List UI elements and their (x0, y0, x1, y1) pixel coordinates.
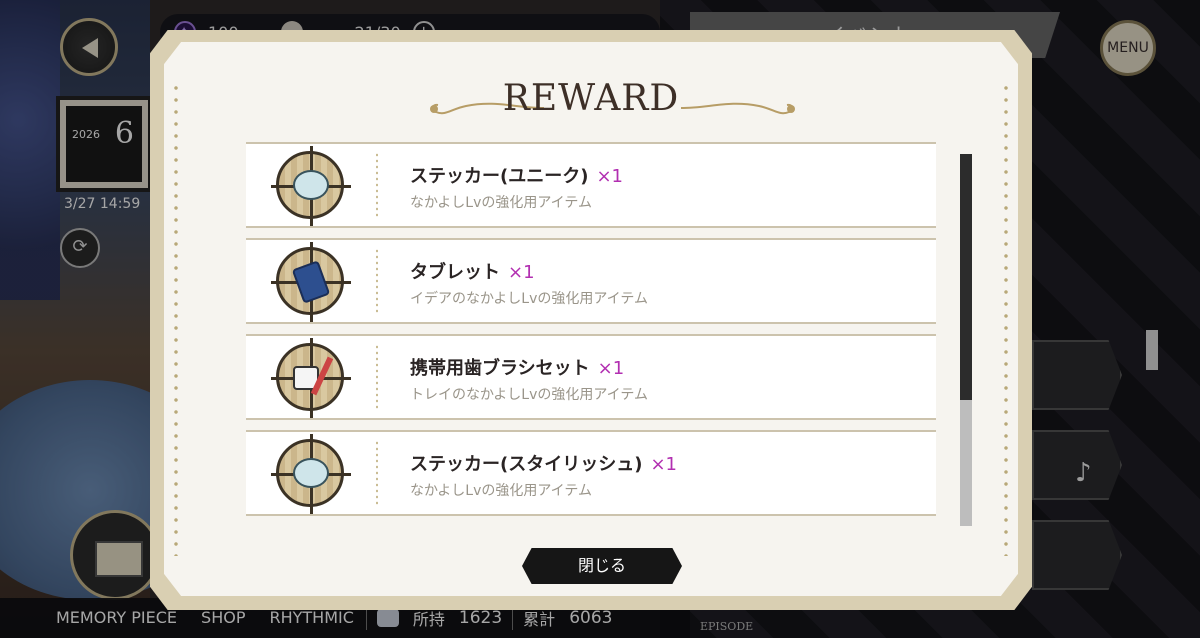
sticker-icon (271, 434, 351, 514)
reward-item-description: なかよしLvの強化用アイテム (410, 195, 592, 211)
item-name-text: ステッカー(スタイリッシュ) (410, 454, 643, 475)
reward-item-description: トレイのなかよしLvの強化用アイテム (410, 387, 648, 403)
sticker-icon (271, 146, 351, 226)
toothbrush-set-icon (271, 338, 351, 418)
list-scrollbar[interactable] (960, 154, 972, 526)
item-quantity: ×1 (597, 358, 625, 379)
close-button[interactable]: 閉じる (522, 548, 682, 584)
reward-dialog-body: REWARD ステッカー(ユニーク) ×1 なかよしLvの強化用アイテム タブレッ… (164, 42, 1018, 596)
divider (376, 152, 378, 218)
reward-item: ステッカー(ユニーク) ×1 なかよしLvの強化用アイテム (246, 142, 936, 228)
reward-item: タブレット ×1 イデアのなかよしLvの強化用アイテム (246, 238, 936, 324)
dotted-border-right (1004, 82, 1008, 556)
reward-item-name: ステッカー(スタイリッシュ) ×1 (410, 450, 677, 476)
reward-item-name: ステッカー(ユニーク) ×1 (410, 162, 623, 188)
reward-list[interactable]: ステッカー(ユニーク) ×1 なかよしLvの強化用アイテム タブレット ×1 イデア… (246, 142, 936, 527)
reward-item: 携帯用歯ブラシセット ×1 トレイのなかよしLvの強化用アイテム (246, 334, 936, 420)
divider (376, 440, 378, 506)
reward-item-name: タブレット ×1 (410, 258, 535, 284)
item-name-text: ステッカー(ユニーク) (410, 166, 589, 187)
dialog-header: REWARD (164, 78, 1018, 119)
reward-item: ステッカー(スタイリッシュ) ×1 なかよしLvの強化用アイテム (246, 430, 936, 516)
dialog-title: REWARD (502, 78, 680, 119)
item-name-text: タブレット (410, 262, 500, 283)
reward-item-description: なかよしLvの強化用アイテム (410, 483, 592, 499)
item-quantity: ×1 (650, 454, 677, 475)
item-quantity: ×1 (508, 262, 535, 283)
tablet-icon (271, 242, 351, 322)
flourish-right-icon (680, 102, 795, 115)
item-quantity: ×1 (596, 166, 623, 187)
dotted-border-left (174, 82, 178, 556)
divider (376, 248, 378, 314)
reward-item-description: イデアのなかよしLvの強化用アイテム (410, 291, 648, 307)
scrollbar-thumb[interactable] (960, 154, 972, 400)
reward-dialog: REWARD ステッカー(ユニーク) ×1 なかよしLvの強化用アイテム タブレッ… (150, 30, 1032, 610)
item-name-text: 携帯用歯ブラシセット (410, 358, 590, 379)
divider (376, 344, 378, 410)
reward-item-name: 携帯用歯ブラシセット ×1 (410, 354, 624, 380)
